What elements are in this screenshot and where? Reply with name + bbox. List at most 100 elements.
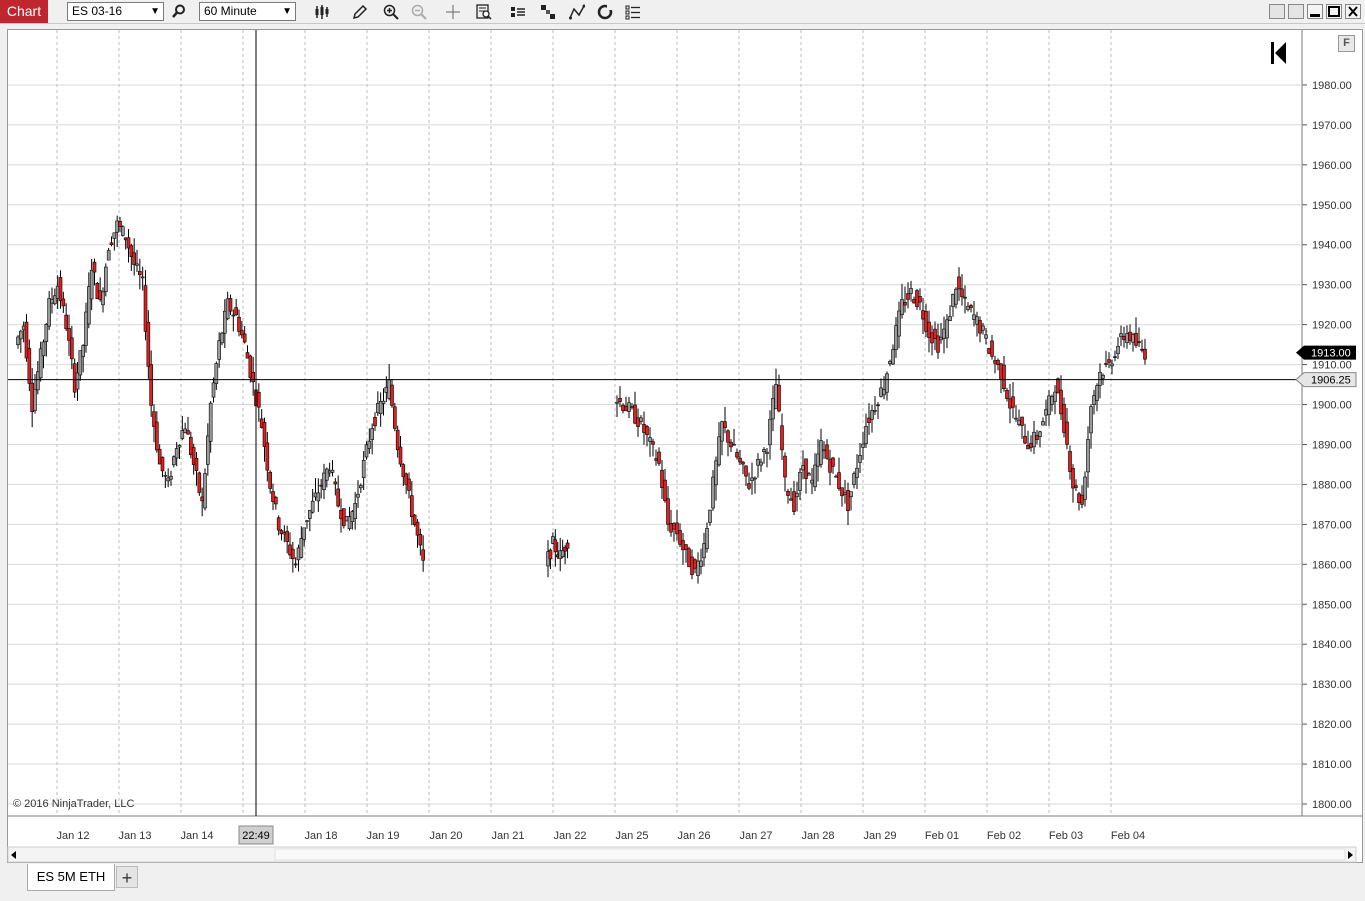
candle-down	[421, 549, 425, 561]
candle-down	[1077, 493, 1081, 503]
candle-up	[1116, 346, 1120, 355]
candle-up	[711, 476, 715, 509]
candle-down	[969, 305, 973, 308]
price-chart[interactable]: 1800.00 1810.00 1820.00 1830.00 1840.00 1850.…	[0, 0, 1365, 901]
candle-down	[1011, 396, 1015, 408]
candle-down	[1071, 467, 1075, 489]
candle-up	[975, 316, 979, 325]
candle-up	[705, 528, 709, 549]
y-tick-label: 1940.00	[1312, 240, 1352, 252]
x-tick-label: Jan 20	[429, 830, 462, 842]
candle-down	[138, 271, 142, 276]
add-tab-button[interactable]: +	[116, 866, 138, 888]
candle-up	[305, 520, 309, 522]
tab-bar	[0, 863, 1365, 901]
candle-up	[1032, 431, 1036, 448]
candle-up	[89, 269, 94, 300]
candle-down	[70, 337, 74, 360]
y-tick-label: 1920.00	[1312, 320, 1352, 332]
y-tick-label: 1970.00	[1312, 120, 1352, 132]
candle-down	[669, 523, 673, 533]
candle-down	[1023, 435, 1027, 444]
candle-down	[936, 335, 940, 353]
crosshair-time-label: 22:49	[242, 830, 270, 842]
candle-up	[19, 330, 23, 340]
candle-down	[660, 469, 664, 488]
candle-down	[197, 472, 202, 493]
candle-up	[843, 492, 847, 496]
candle-down	[927, 321, 931, 338]
candle-down	[393, 406, 397, 429]
x-tick-label: Feb 03	[1049, 830, 1083, 842]
x-tick-label: Jan 13	[118, 830, 151, 842]
candle-up	[696, 560, 700, 576]
candle-down	[654, 458, 658, 461]
candle-up	[891, 349, 895, 365]
candle-up	[870, 410, 874, 420]
candle-down	[741, 461, 745, 465]
candle-down	[1140, 348, 1144, 351]
candle-down	[1080, 494, 1084, 505]
candle-down	[1005, 389, 1009, 399]
candle-up	[177, 445, 182, 448]
candle-up	[208, 402, 213, 442]
candle-up	[1095, 385, 1099, 401]
candle-down	[407, 478, 411, 491]
candle-down	[780, 425, 784, 451]
y-tick-label: 1830.00	[1312, 679, 1352, 691]
candle-up	[813, 464, 817, 488]
tab-es-5m-eth[interactable]: ES 5M ETH	[27, 864, 115, 891]
candle-down	[1065, 421, 1069, 445]
candle-down	[1002, 364, 1006, 390]
x-tick-label: Jan 26	[677, 830, 710, 842]
candle-down	[657, 451, 661, 464]
candle-down	[228, 298, 233, 312]
candle-down	[804, 458, 808, 479]
candle-down	[186, 430, 190, 435]
candle-down	[1029, 442, 1033, 448]
candle-down	[723, 421, 727, 428]
candle-down	[930, 332, 934, 344]
candle-down	[415, 521, 420, 536]
x-tick-label: Jan 18	[304, 830, 337, 842]
candle-up	[33, 389, 37, 411]
candle-up	[310, 500, 315, 513]
y-tick-label: 1930.00	[1312, 280, 1352, 292]
x-tick-label: Jan 29	[863, 830, 896, 842]
candle-down	[960, 288, 964, 298]
copyright-text: © 2016 NinjaTrader, LLC	[13, 798, 135, 810]
candle-up	[1131, 334, 1135, 343]
candle-up	[1119, 333, 1123, 338]
candle-down	[265, 442, 270, 471]
candle-down	[64, 314, 68, 330]
candle-down	[410, 495, 414, 518]
candle-down	[990, 340, 994, 357]
scroll-to-start-icon[interactable]	[1271, 42, 1286, 64]
candle-down	[373, 417, 377, 427]
candle-up	[972, 314, 976, 320]
crosshair-price-label: 1906.25	[1311, 375, 1351, 387]
candle-down	[675, 522, 679, 535]
chart-options-button[interactable]: F	[1338, 35, 1355, 52]
candle-down	[792, 491, 796, 512]
candle-up	[106, 250, 111, 261]
y-tick-label: 1860.00	[1312, 559, 1352, 571]
candle-up	[774, 384, 778, 410]
candle-down	[933, 328, 937, 340]
x-tick-label: Jan 19	[366, 830, 399, 842]
x-tick-label: Jan 28	[801, 830, 834, 842]
candle-down	[777, 384, 781, 412]
x-tick-label: Jan 12	[56, 830, 89, 842]
candle-up	[302, 527, 306, 540]
candle-up	[816, 453, 820, 467]
y-tick-label: 1900.00	[1312, 400, 1352, 412]
candle-down	[921, 310, 925, 320]
candle-down	[618, 398, 622, 402]
candle-down	[1143, 348, 1147, 360]
candle-down	[681, 540, 685, 551]
candle-up	[214, 363, 219, 384]
candle-up	[81, 345, 85, 357]
candle-down	[645, 426, 649, 436]
candle-up	[765, 451, 769, 454]
candle-down	[58, 277, 63, 302]
